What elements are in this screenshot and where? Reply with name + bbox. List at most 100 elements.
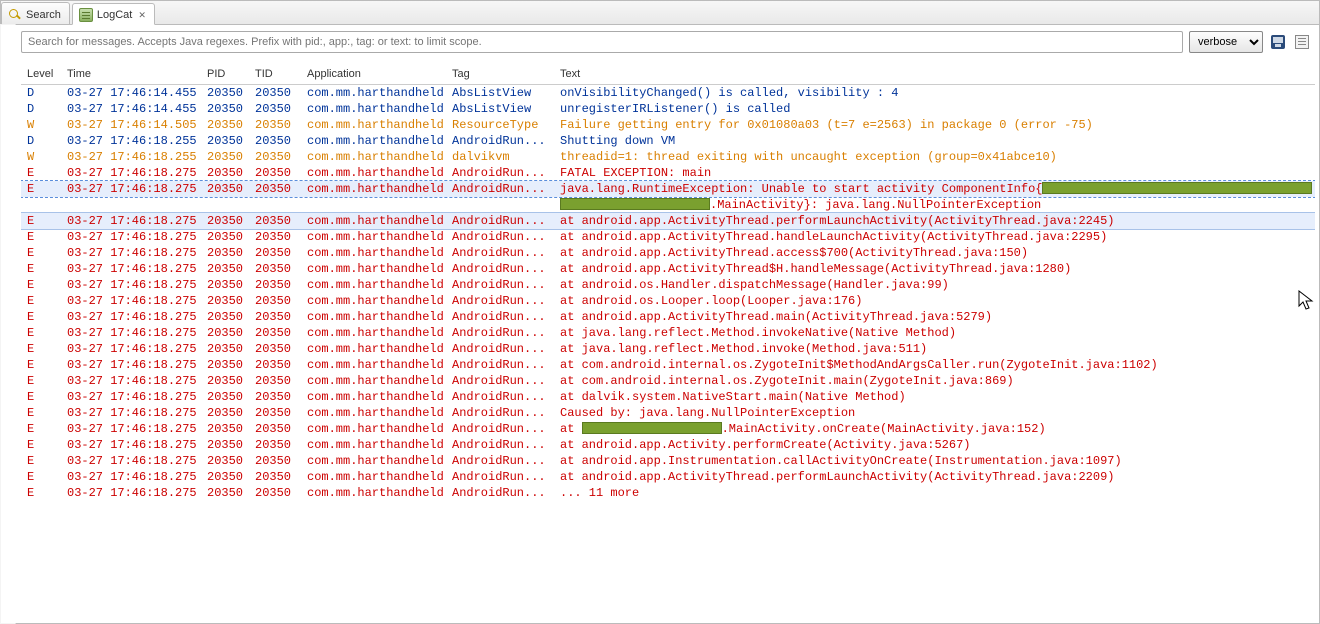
- cell-tag: AndroidRun...: [446, 389, 554, 405]
- table-row[interactable]: D03-27 17:46:18.2552035020350com.mm.hart…: [21, 133, 1315, 149]
- cell-text: java.lang.RuntimeException: Unable to st…: [554, 181, 1315, 197]
- cell-tag: AndroidRun...: [446, 341, 554, 357]
- cell-tag: AndroidRun...: [446, 485, 554, 501]
- cell-text: ... 11 more: [554, 485, 1315, 501]
- search-input[interactable]: [21, 31, 1183, 53]
- cell-tag: AndroidRun...: [446, 181, 554, 197]
- cell-text: Failure getting entry for 0x01080a03 (t=…: [554, 117, 1315, 133]
- cell-tid: 20350: [249, 309, 301, 325]
- panel-body: verbose Level Time PID: [1, 25, 1319, 623]
- table-row[interactable]: W03-27 17:46:14.5052035020350com.mm.hart…: [21, 117, 1315, 133]
- cell-level: E: [21, 165, 61, 181]
- table-row[interactable]: E03-27 17:46:18.2752035020350com.mm.hart…: [21, 309, 1315, 325]
- table-row[interactable]: E03-27 17:46:18.2752035020350com.mm.hart…: [21, 405, 1315, 421]
- table-row[interactable]: E03-27 17:46:18.2752035020350com.mm.hart…: [21, 261, 1315, 277]
- table-row[interactable]: E03-27 17:46:18.2752035020350com.mm.hart…: [21, 245, 1315, 261]
- table-row[interactable]: E03-27 17:46:18.2752035020350com.mm.hart…: [21, 437, 1315, 453]
- table-row[interactable]: .MainActivity}: java.lang.NullPointerExc…: [21, 197, 1315, 213]
- cell-app: com.mm.harthandheld: [301, 293, 446, 309]
- cell-pid: 20350: [201, 277, 249, 293]
- cell-pid: 20350: [201, 469, 249, 485]
- cell-time: 03-27 17:46:18.275: [61, 453, 201, 469]
- tab-logcat[interactable]: LogCat ✕: [72, 3, 155, 25]
- cell-level: [21, 197, 61, 213]
- cell-tid: 20350: [249, 341, 301, 357]
- cell-pid: 20350: [201, 293, 249, 309]
- cell-time: 03-27 17:46:18.275: [61, 341, 201, 357]
- col-header-level[interactable]: Level: [21, 66, 61, 85]
- cell-text: at android.app.ActivityThread$H.handleMe…: [554, 261, 1315, 277]
- cell-app: com.mm.harthandheld: [301, 277, 446, 293]
- cell-level: E: [21, 261, 61, 277]
- cell-text: at android.app.ActivityThread.main(Activ…: [554, 309, 1315, 325]
- table-row[interactable]: E03-27 17:46:18.2752035020350com.mm.hart…: [21, 485, 1315, 501]
- table-row[interactable]: W03-27 17:46:18.2552035020350com.mm.hart…: [21, 149, 1315, 165]
- cell-tag: AndroidRun...: [446, 309, 554, 325]
- table-row[interactable]: E03-27 17:46:18.2752035020350com.mm.hart…: [21, 453, 1315, 469]
- cell-app: com.mm.harthandheld: [301, 389, 446, 405]
- cell-pid: 20350: [201, 213, 249, 229]
- cell-pid: 20350: [201, 245, 249, 261]
- cell-tag: AndroidRun...: [446, 437, 554, 453]
- cell-tag: AndroidRun...: [446, 325, 554, 341]
- close-icon[interactable]: ✕: [138, 10, 146, 21]
- cell-pid: 20350: [201, 405, 249, 421]
- cell-pid: 20350: [201, 485, 249, 501]
- cell-tag: AndroidRun...: [446, 293, 554, 309]
- tab-search[interactable]: Search: [1, 2, 70, 24]
- clear-log-button[interactable]: [1293, 33, 1311, 51]
- level-select[interactable]: verbose: [1189, 31, 1263, 53]
- cell-time: 03-27 17:46:18.275: [61, 213, 201, 229]
- log-scroll[interactable]: Level Time PID TID Application Tag Text …: [21, 65, 1315, 611]
- cell-tid: 20350: [249, 325, 301, 341]
- save-icon: [1271, 35, 1285, 49]
- col-header-app[interactable]: Application: [301, 66, 446, 85]
- cell-app: com.mm.harthandheld: [301, 357, 446, 373]
- cell-time: 03-27 17:46:18.275: [61, 437, 201, 453]
- cell-text: at android.os.Handler.dispatchMessage(Ha…: [554, 277, 1315, 293]
- table-row[interactable]: E03-27 17:46:18.2752035020350com.mm.hart…: [21, 181, 1315, 197]
- cell-app: com.mm.harthandheld: [301, 229, 446, 245]
- clear-icon: [1295, 35, 1309, 49]
- table-row[interactable]: E03-27 17:46:18.2752035020350com.mm.hart…: [21, 213, 1315, 229]
- save-log-button[interactable]: [1269, 33, 1287, 51]
- col-header-tag[interactable]: Tag: [446, 66, 554, 85]
- table-row[interactable]: E03-27 17:46:18.2752035020350com.mm.hart…: [21, 165, 1315, 181]
- table-row[interactable]: E03-27 17:46:18.2752035020350com.mm.hart…: [21, 389, 1315, 405]
- cell-text: .MainActivity}: java.lang.NullPointerExc…: [554, 197, 1315, 213]
- table-row[interactable]: E03-27 17:46:18.2752035020350com.mm.hart…: [21, 325, 1315, 341]
- cell-pid: 20350: [201, 149, 249, 165]
- col-header-pid[interactable]: PID: [201, 66, 249, 85]
- table-row[interactable]: D03-27 17:46:14.4552035020350com.mm.hart…: [21, 85, 1315, 102]
- table-row[interactable]: E03-27 17:46:18.2752035020350com.mm.hart…: [21, 341, 1315, 357]
- table-row[interactable]: E03-27 17:46:18.2752035020350com.mm.hart…: [21, 421, 1315, 437]
- cell-level: W: [21, 117, 61, 133]
- cell-app: com.mm.harthandheld: [301, 117, 446, 133]
- col-header-time[interactable]: Time: [61, 66, 201, 85]
- table-row[interactable]: E03-27 17:46:18.2752035020350com.mm.hart…: [21, 293, 1315, 309]
- cell-tag: ResourceType: [446, 117, 554, 133]
- toolbar: verbose: [21, 31, 1311, 53]
- cell-tid: 20350: [249, 165, 301, 181]
- cell-text: FATAL EXCEPTION: main: [554, 165, 1315, 181]
- col-header-tid[interactable]: TID: [249, 66, 301, 85]
- table-row[interactable]: E03-27 17:46:18.2752035020350com.mm.hart…: [21, 229, 1315, 245]
- cell-tag: AndroidRun...: [446, 469, 554, 485]
- table-row[interactable]: E03-27 17:46:18.2752035020350com.mm.hart…: [21, 469, 1315, 485]
- cell-level: E: [21, 437, 61, 453]
- cell-tag: AndroidRun...: [446, 405, 554, 421]
- cell-tid: 20350: [249, 469, 301, 485]
- table-row[interactable]: E03-27 17:46:18.2752035020350com.mm.hart…: [21, 357, 1315, 373]
- cell-tag: AbsListView: [446, 85, 554, 102]
- cell-time: 03-27 17:46:18.275: [61, 309, 201, 325]
- cell-level: E: [21, 389, 61, 405]
- table-row[interactable]: E03-27 17:46:18.2752035020350com.mm.hart…: [21, 277, 1315, 293]
- table-row[interactable]: E03-27 17:46:18.2752035020350com.mm.hart…: [21, 373, 1315, 389]
- cell-level: E: [21, 373, 61, 389]
- cell-app: com.mm.harthandheld: [301, 485, 446, 501]
- cell-time: 03-27 17:46:18.275: [61, 181, 201, 197]
- cell-tag: AbsListView: [446, 101, 554, 117]
- col-header-text[interactable]: Text: [554, 66, 1315, 85]
- cell-time: 03-27 17:46:18.275: [61, 421, 201, 437]
- table-row[interactable]: D03-27 17:46:14.4552035020350com.mm.hart…: [21, 101, 1315, 117]
